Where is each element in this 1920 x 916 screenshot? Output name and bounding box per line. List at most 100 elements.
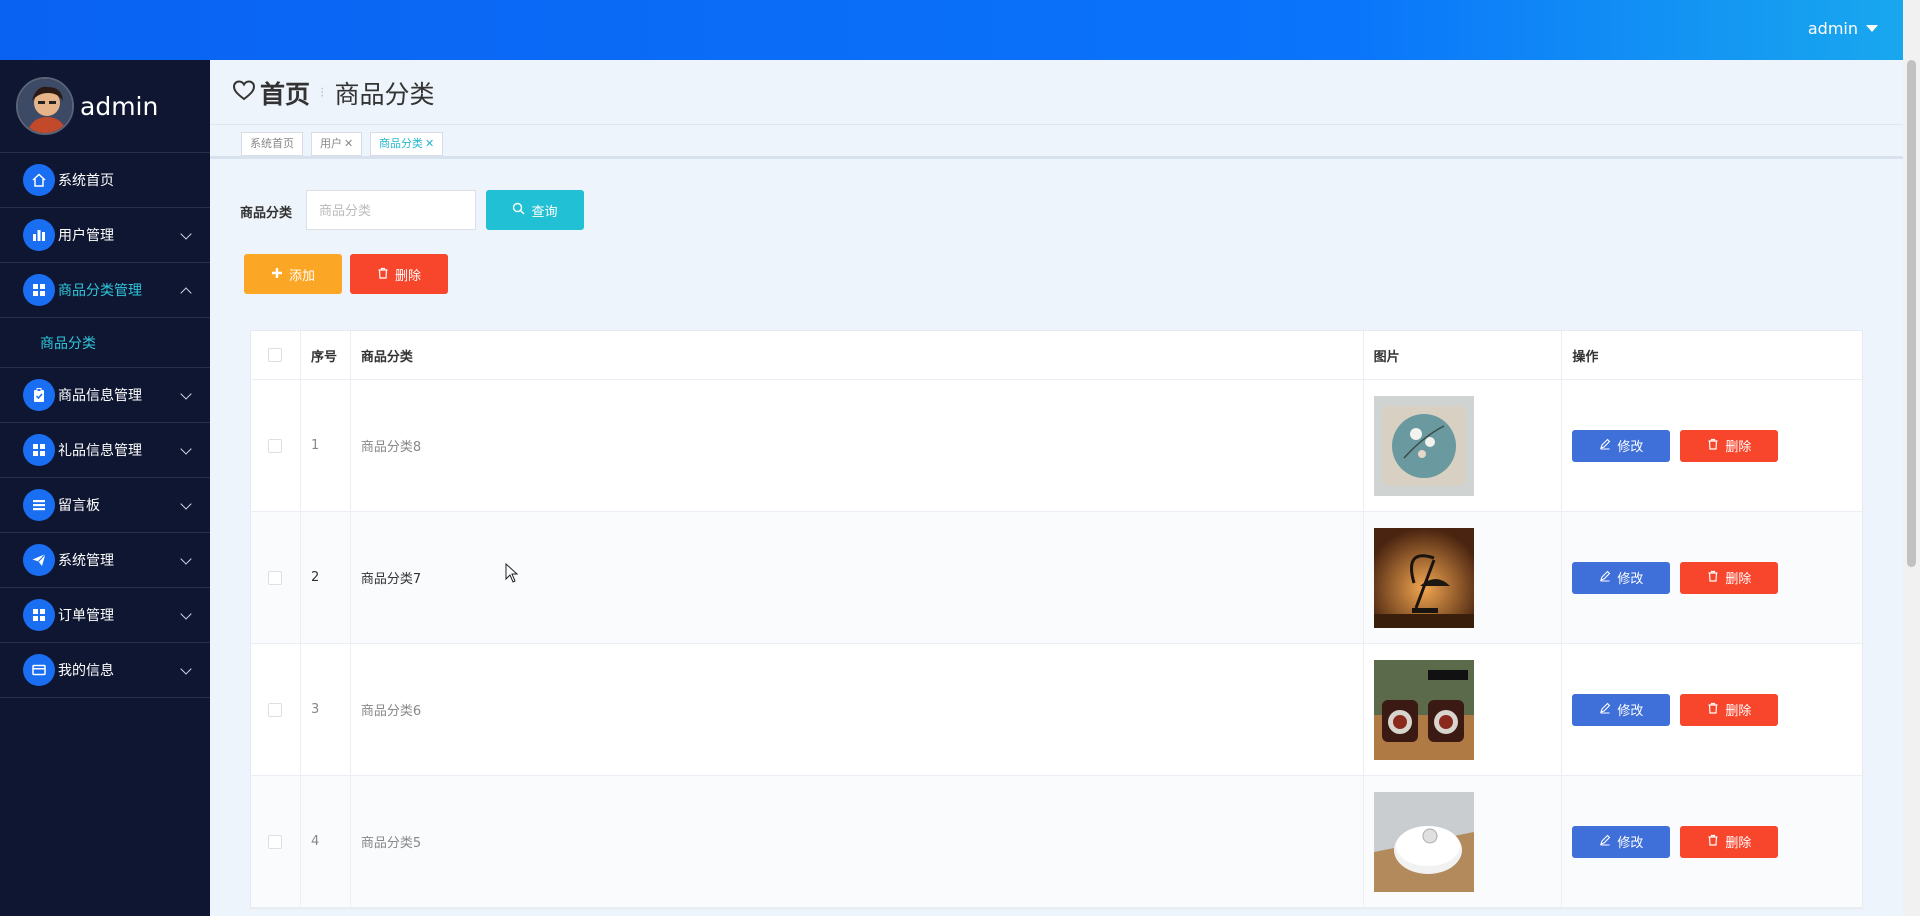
chevron-down-icon xyxy=(180,443,192,455)
sidebar-item-label: 订单管理 xyxy=(58,608,114,624)
search-input[interactable] xyxy=(306,190,476,230)
chevron-down-icon xyxy=(180,663,192,675)
delete-button[interactable]: 删除 xyxy=(1680,825,1779,858)
row-image-cell xyxy=(1364,380,1563,511)
select-all-checkbox[interactable] xyxy=(268,348,283,362)
sidebar-item-system[interactable]: 系统管理 xyxy=(0,533,210,588)
row-checkbox-cell xyxy=(251,644,301,775)
row-ops: 修改 删除 xyxy=(1562,380,1862,511)
sidebar-item-label: 商品信息管理 xyxy=(58,388,142,404)
profile: admin xyxy=(0,60,210,153)
page-scrollbar[interactable] xyxy=(1903,0,1920,916)
breadcrumb-current: 商品分类 xyxy=(334,80,435,109)
card-icon xyxy=(23,654,55,686)
sidebar-item-label: 系统首页 xyxy=(58,173,114,189)
row-name: 商品分类7 xyxy=(351,512,1364,643)
chevron-down-icon xyxy=(180,608,192,620)
edit-icon xyxy=(1599,570,1611,585)
row-checkbox[interactable] xyxy=(268,570,283,585)
sidebar-item-gift-info[interactable]: 礼品信息管理 xyxy=(0,423,210,478)
user-menu[interactable]: admin xyxy=(1808,19,1878,38)
sidebar-item-label: 商品分类管理 xyxy=(58,283,142,299)
breadcrumb-home[interactable]: 首页 xyxy=(260,75,310,111)
heart-icon xyxy=(232,79,256,107)
edit-icon xyxy=(1599,702,1611,717)
table-row: 2 商品分类7 修改 删除 xyxy=(251,512,1862,644)
profile-name: admin xyxy=(80,91,159,121)
sidebar-item-my-info[interactable]: 我的信息 xyxy=(0,643,210,698)
user-menu-label: admin xyxy=(1807,19,1858,38)
sidebar-item-product-info[interactable]: 商品信息管理 xyxy=(0,368,210,423)
row-image-cell xyxy=(1364,776,1563,907)
add-button[interactable]: 添加 xyxy=(244,254,342,294)
close-icon[interactable]: ✕ xyxy=(425,137,434,150)
sidebar-item-label: 礼品信息管理 xyxy=(58,443,142,459)
edit-button-label: 修改 xyxy=(1617,571,1644,586)
chevron-down-icon xyxy=(180,553,192,565)
delete-button[interactable]: 删除 xyxy=(1680,561,1779,594)
trash-icon xyxy=(377,267,389,282)
caret-down-icon xyxy=(1866,25,1878,32)
edit-icon xyxy=(1599,834,1611,849)
scrollbar-thumb[interactable] xyxy=(1907,60,1916,567)
close-icon[interactable]: ✕ xyxy=(344,137,353,150)
bulk-delete-button[interactable]: 删除 xyxy=(350,254,448,294)
chevron-down-icon xyxy=(180,228,192,240)
sidebar: admin 系统首页 用户管理 商品分类管理 商品分类 商品信息管理 礼品信息管… xyxy=(0,60,210,916)
sidebar-item-category-management[interactable]: 商品分类管理 xyxy=(0,263,210,318)
chevron-down-icon xyxy=(180,498,192,510)
sidebar-subitem-category[interactable]: 商品分类 xyxy=(0,318,210,368)
tag-label: 系统首页 xyxy=(250,137,294,150)
header-index: 序号 xyxy=(301,331,351,379)
row-checkbox-cell xyxy=(251,512,301,643)
row-checkbox[interactable] xyxy=(268,702,283,717)
trash-icon xyxy=(1707,702,1719,717)
row-index: 1 xyxy=(301,380,351,511)
tag-label: 商品分类 xyxy=(379,137,423,150)
header-image: 图片 xyxy=(1364,331,1563,379)
tag-system-home[interactable]: 系统首页 xyxy=(241,132,303,156)
edit-button[interactable]: 修改 xyxy=(1572,693,1671,726)
sidebar-item-home[interactable]: 系统首页 xyxy=(0,153,210,208)
tag-users[interactable]: 用户 ✕ xyxy=(311,132,363,156)
edit-button[interactable]: 修改 xyxy=(1572,825,1671,858)
delete-button-label: 删除 xyxy=(1725,571,1752,586)
delete-button[interactable]: 删除 xyxy=(1680,693,1779,726)
trash-icon xyxy=(1707,834,1719,849)
plus-icon xyxy=(271,267,283,282)
delete-button[interactable]: 删除 xyxy=(1680,429,1779,462)
grid-icon xyxy=(23,274,55,306)
search-button[interactable]: 查询 xyxy=(486,190,584,230)
row-checkbox[interactable] xyxy=(268,834,283,849)
tags-bar: 系统首页 用户 ✕ 商品分类 ✕ xyxy=(210,124,1903,159)
speakers-image xyxy=(1373,659,1474,760)
table-row: 4 商品分类5 修改 删除 xyxy=(251,776,1862,908)
edit-icon xyxy=(1599,438,1611,453)
sidebar-item-users[interactable]: 用户管理 xyxy=(0,208,210,263)
chevron-down-icon xyxy=(180,388,192,400)
tag-label: 用户 xyxy=(320,137,342,150)
edit-button[interactable]: 修改 xyxy=(1572,429,1671,462)
edit-button[interactable]: 修改 xyxy=(1572,561,1671,594)
sidebar-item-label: 我的信息 xyxy=(58,663,114,679)
header-checkbox-cell xyxy=(251,331,301,379)
paper-plane-icon xyxy=(23,544,55,576)
delete-button-label: 删除 xyxy=(1725,703,1752,718)
tag-category[interactable]: 商品分类 ✕ xyxy=(370,132,444,156)
table-row: 1 商品分类8 修改 删除 xyxy=(251,380,1862,512)
sidebar-item-message-board[interactable]: 留言板 xyxy=(0,478,210,533)
avatar xyxy=(16,77,74,135)
add-button-label: 添加 xyxy=(288,267,315,283)
row-ops: 修改 删除 xyxy=(1562,644,1862,775)
sidebar-item-orders[interactable]: 订单管理 xyxy=(0,588,210,643)
breadcrumb: 首页 ⁝ 商品分类 xyxy=(232,76,434,110)
row-image-cell xyxy=(1364,644,1563,775)
row-name: 商品分类6 xyxy=(351,644,1364,775)
delete-button-label: 删除 xyxy=(1725,835,1752,850)
row-checkbox[interactable] xyxy=(268,438,283,453)
row-index: 4 xyxy=(301,776,351,907)
top-bar: admin xyxy=(0,0,1920,60)
table-header: 序号 商品分类 图片 操作 xyxy=(251,331,1862,380)
list-icon xyxy=(23,489,55,521)
table-row: 3 商品分类6 修改 删除 xyxy=(251,644,1862,776)
